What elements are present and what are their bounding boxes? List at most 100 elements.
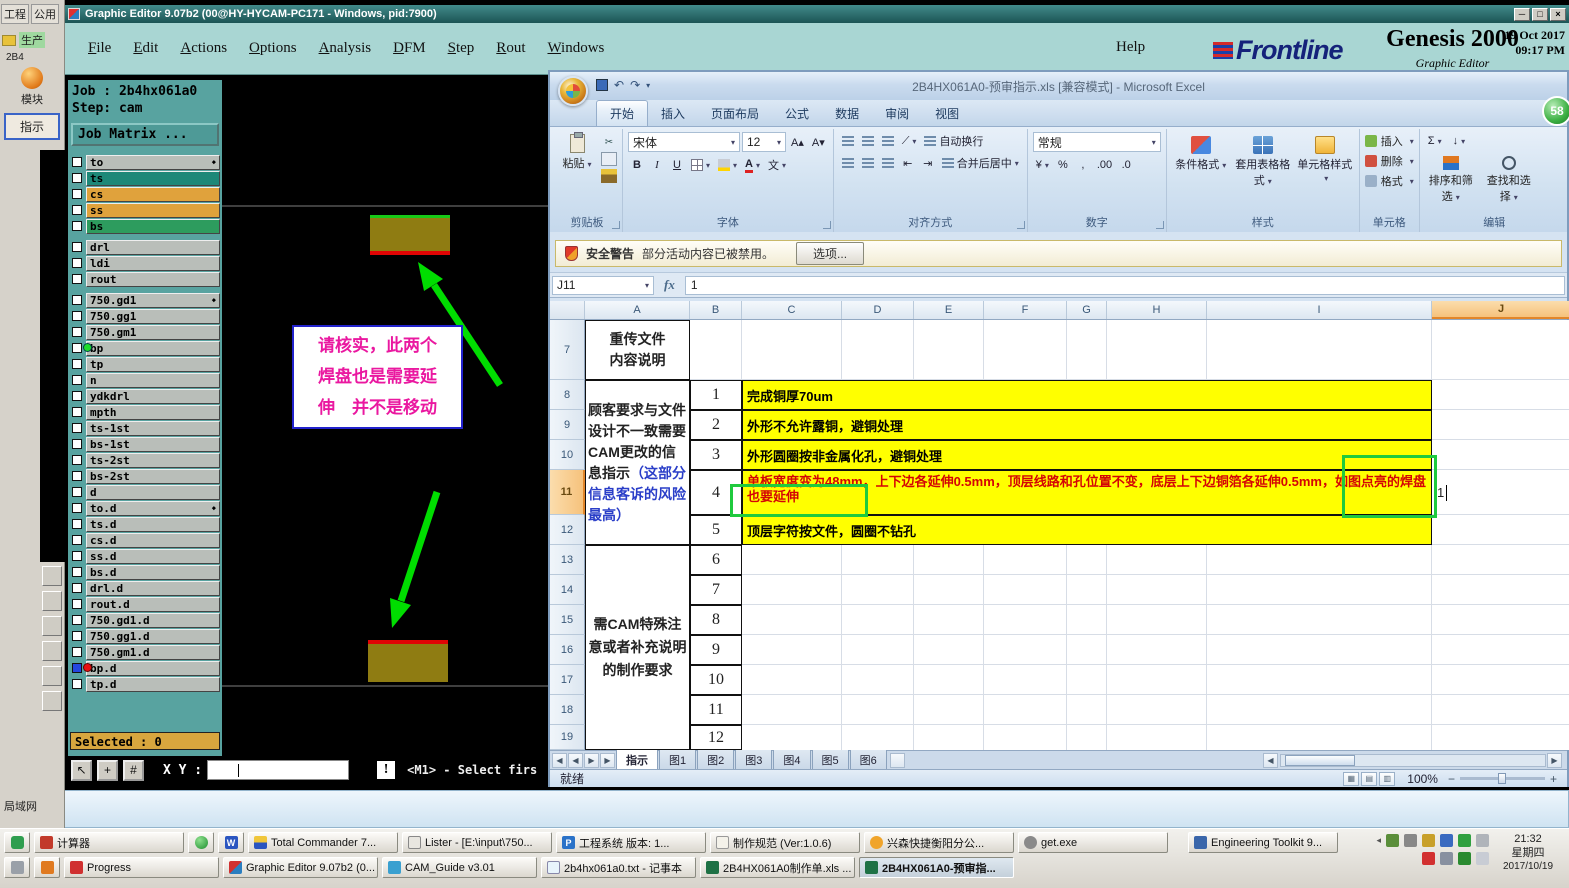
cell-b15[interactable]: 8	[690, 605, 742, 635]
dialog-launcher-icon[interactable]	[1155, 221, 1164, 229]
layer-button-ts.d[interactable]: ts.d	[86, 516, 220, 532]
dialog-launcher-icon[interactable]	[612, 221, 620, 229]
layer-button-rout.d[interactable]: rout.d	[86, 596, 220, 612]
column-header-G[interactable]: G	[1067, 301, 1107, 319]
increase-indent-icon[interactable]: ⇥	[919, 154, 937, 172]
borders-button[interactable]: ▾	[688, 156, 713, 174]
layer-checkbox[interactable]	[72, 471, 82, 481]
menu-analysis[interactable]: Analysis	[308, 40, 383, 57]
layer-button-bp.d[interactable]: bp.d	[86, 660, 220, 676]
layer-button-ts-1st[interactable]: ts-1st	[86, 420, 220, 436]
layer-checkbox[interactable]	[72, 359, 82, 369]
zoom-level[interactable]: 100%	[1407, 772, 1438, 786]
office-button[interactable]	[558, 76, 588, 106]
cell-row12-content[interactable]: 顶层字符按文件，圆圈不钻孔	[742, 515, 1432, 545]
row-header-18[interactable]: 18	[550, 695, 585, 725]
side-tool-button[interactable]	[42, 566, 62, 586]
cell-row9-content[interactable]: 外形不允许露铜，避铜处理	[742, 410, 1432, 440]
tray-icon[interactable]	[1386, 834, 1399, 847]
sheet-tab-图1[interactable]: 图1	[659, 749, 697, 771]
tray-icon[interactable]	[1422, 852, 1435, 865]
layer-checkbox[interactable]	[72, 391, 82, 401]
italic-button[interactable]: I	[648, 156, 666, 174]
shrink-font-button[interactable]: A▾	[809, 133, 828, 151]
row-header-7[interactable]: 7	[550, 320, 585, 380]
column-header-J[interactable]: J	[1432, 301, 1569, 319]
fill-icon[interactable]: ↓ ▾	[1450, 132, 1469, 150]
menu-step[interactable]: Step	[437, 40, 486, 57]
fill-color-button[interactable]: ▾	[715, 156, 740, 174]
cut-icon[interactable]: ✂	[601, 135, 617, 149]
layer-checkbox[interactable]	[72, 455, 82, 465]
normal-view-icon[interactable]: ▦	[1343, 771, 1360, 786]
bold-button[interactable]: B	[628, 156, 646, 174]
layer-button-bs[interactable]: bs	[86, 218, 220, 234]
zoom-slider[interactable]: − +	[1448, 772, 1557, 786]
layer-checkbox[interactable]	[72, 173, 82, 183]
menu-windows[interactable]: Windows	[536, 40, 615, 57]
dock-item-instruction[interactable]: 指示	[4, 113, 60, 140]
align-middle-icon[interactable]	[859, 132, 877, 150]
select-all-corner[interactable]	[550, 301, 585, 319]
tray-icon[interactable]	[1440, 834, 1453, 847]
last-sheet-icon[interactable]: ▶	[600, 752, 615, 768]
layer-button-cs[interactable]: cs	[86, 186, 220, 202]
cell-a7[interactable]: 重传文件 内容说明	[585, 320, 690, 380]
taskbar-button-toolkit[interactable]: Engineering Toolkit 9...	[1188, 832, 1338, 853]
taskbar-button-gear[interactable]: get.exe	[1018, 832, 1168, 853]
menu-options[interactable]: Options	[238, 40, 308, 57]
notification-badge[interactable]: 58	[1542, 96, 1569, 126]
layer-checkbox[interactable]	[72, 407, 82, 417]
align-left-icon[interactable]	[839, 154, 857, 172]
layer-checkbox[interactable]	[72, 242, 82, 252]
underline-button[interactable]: U	[668, 156, 686, 174]
tray-icon[interactable]	[1458, 852, 1471, 865]
row-header-11[interactable]: 11	[550, 470, 585, 515]
layer-checkbox[interactable]	[72, 599, 82, 609]
layer-checkbox[interactable]	[72, 663, 82, 673]
sort-filter-button[interactable]: 排序和筛选 ▾	[1425, 154, 1477, 204]
find-select-button[interactable]: 查找和选择 ▾	[1483, 154, 1535, 204]
column-header-E[interactable]: E	[914, 301, 984, 319]
xl-gridbody[interactable]: 重传文件 内容说明 顾客要求与文件设计不一致需要CAM更改的信息指示（这部分信息…	[550, 320, 1569, 750]
layer-button-ts[interactable]: ts	[86, 170, 220, 186]
row-header-10[interactable]: 10	[550, 440, 585, 470]
undo-icon[interactable]: ↶	[614, 77, 624, 93]
dock-job-short[interactable]: 2B4	[6, 52, 58, 63]
align-bottom-icon[interactable]	[879, 132, 897, 150]
side-tool-button[interactable]	[42, 616, 62, 636]
row-header-14[interactable]: 14	[550, 575, 585, 605]
menu-actions[interactable]: Actions	[169, 40, 238, 57]
layer-button-ldi[interactable]: ldi	[86, 255, 220, 271]
layer-checkbox[interactable]	[72, 205, 82, 215]
layer-button-n[interactable]: n	[86, 372, 220, 388]
menu-file[interactable]: File	[77, 40, 122, 57]
layer-checkbox[interactable]	[72, 189, 82, 199]
menu-edit[interactable]: Edit	[122, 40, 169, 57]
taskbar-button-progress[interactable]: Progress	[64, 857, 219, 878]
number-format-select[interactable]: 常规 ▾	[1032, 132, 1161, 152]
conditional-formatting-button[interactable]: 条件格式 ▾	[1172, 132, 1230, 188]
excel-titlebar[interactable]: 2B4HX061A0-预审指示.xls [兼容模式] - Microsoft E…	[550, 72, 1567, 100]
align-right-icon[interactable]	[879, 154, 897, 172]
row-header-13[interactable]: 13	[550, 545, 585, 575]
first-sheet-icon[interactable]: ◀	[552, 752, 567, 768]
orientation-icon[interactable]: ⟋ ▾	[899, 132, 920, 150]
sheet-tab-图3[interactable]: 图3	[735, 749, 773, 771]
dialog-launcher-icon[interactable]	[1016, 221, 1025, 229]
prompt-button[interactable]: !	[376, 760, 397, 780]
taskbar-button-cam-guide[interactable]: CAM_Guide v3.01	[382, 857, 537, 878]
taskbar-button-orange-app[interactable]	[34, 857, 60, 878]
layer-button-cs.d[interactable]: cs.d	[86, 532, 220, 548]
cell-j11[interactable]: 1	[1432, 470, 1569, 515]
phonetic-button[interactable]: 文 ▾	[765, 156, 789, 174]
layer-checkbox[interactable]	[72, 157, 82, 167]
layer-button-750.gd1[interactable]: 750.gd1 ◆	[86, 292, 220, 308]
ribbon-tab-公式[interactable]: 公式	[772, 101, 822, 126]
column-header-C[interactable]: C	[742, 301, 842, 319]
cell-b10[interactable]: 3	[690, 440, 742, 470]
tray-icon[interactable]	[1458, 834, 1471, 847]
cell-b8[interactable]: 1	[690, 380, 742, 410]
cell-b12[interactable]: 5	[690, 515, 742, 545]
maximize-button[interactable]: □	[1532, 7, 1548, 21]
